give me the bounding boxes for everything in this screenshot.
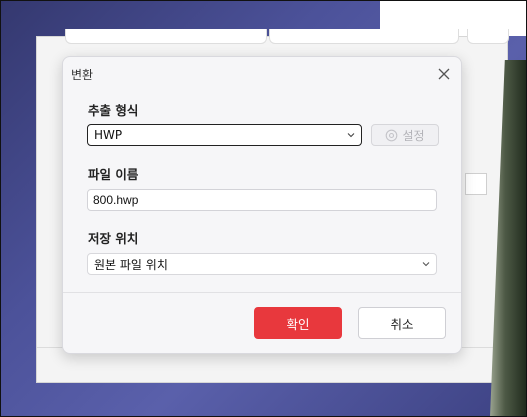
- dialog-title: 변환: [71, 68, 94, 82]
- location-select[interactable]: 원본 파일 위치: [87, 253, 437, 275]
- background-field: [467, 29, 509, 44]
- cancel-button[interactable]: 취소: [358, 307, 446, 339]
- settings-button[interactable]: 설정: [371, 124, 439, 146]
- background-input: [465, 173, 487, 195]
- format-select[interactable]: HWP: [87, 124, 362, 146]
- chevron-down-icon: [422, 262, 430, 267]
- close-icon: [438, 68, 450, 80]
- chevron-down-icon: [347, 133, 355, 138]
- dialog-divider: [63, 292, 461, 293]
- location-select-value: 원본 파일 위치: [94, 257, 168, 272]
- filename-label: 파일 이름: [88, 167, 139, 182]
- filename-input[interactable]: [87, 189, 437, 211]
- location-label: 저장 위치: [88, 231, 139, 246]
- gear-icon: [386, 129, 398, 141]
- settings-button-label: 설정: [402, 128, 425, 143]
- close-button[interactable]: [437, 66, 451, 80]
- ok-button[interactable]: 확인: [254, 307, 342, 339]
- convert-dialog: 변환 추출 형식 HWP 설정 파일 이름 저장 위치 원본 파일 위치 확인 …: [62, 56, 462, 354]
- format-select-value: HWP: [94, 128, 123, 142]
- background-field: [269, 29, 459, 44]
- background-field: [65, 29, 267, 44]
- format-label: 추출 형식: [88, 103, 139, 118]
